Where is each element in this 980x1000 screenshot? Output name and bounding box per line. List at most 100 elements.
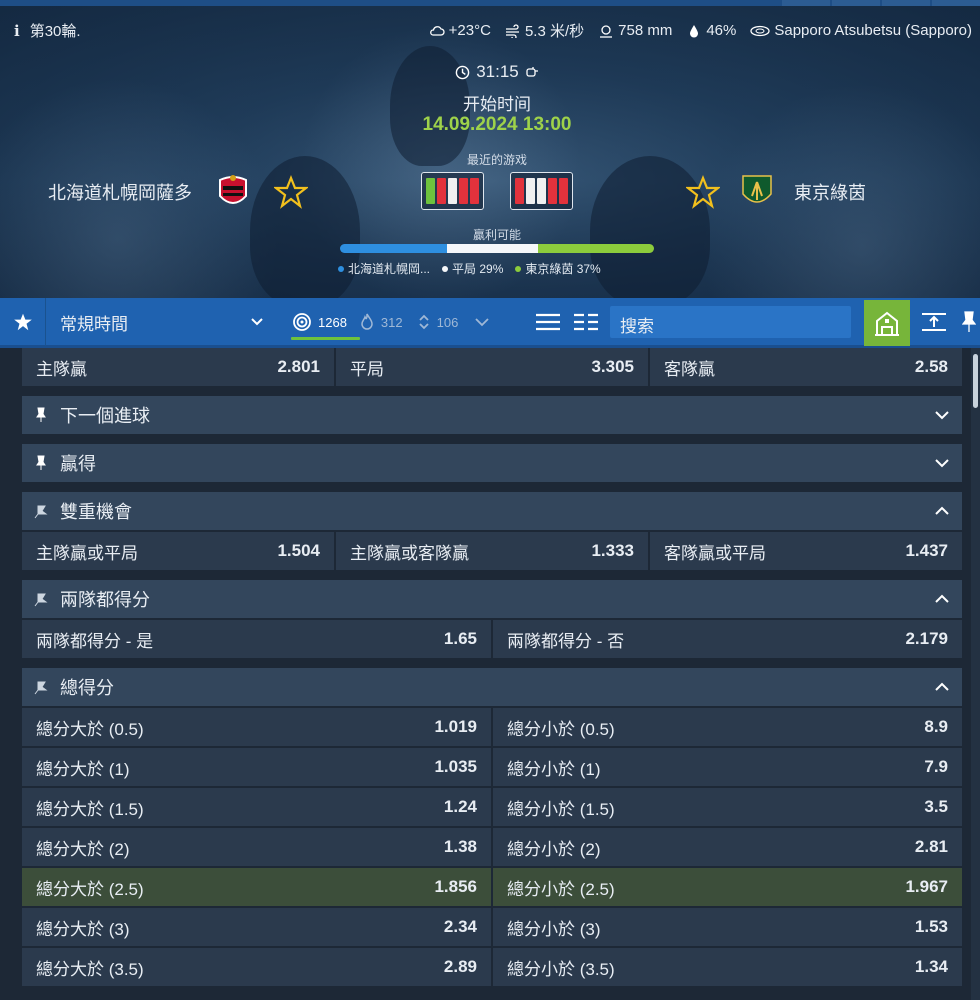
form-result-d <box>448 178 457 204</box>
info-icon[interactable]: i <box>14 22 20 40</box>
pin-icon[interactable] <box>962 310 976 334</box>
draw-probability-segment <box>446 244 538 253</box>
odds-cell[interactable]: 兩隊都得分 - 是 1.65 <box>22 620 491 658</box>
wind: 5.3 米/秒 <box>505 20 584 41</box>
win-probability-label: 贏利可能 <box>472 228 521 242</box>
odds-cell[interactable]: 總分大於 (1) 1.035 <box>22 748 491 786</box>
odds-cell[interactable]: 總分大於 (3) 2.34 <box>22 908 491 946</box>
odds-label: 總分小於 (3) <box>507 919 601 939</box>
odds-value: 8.9 <box>924 717 948 736</box>
odds-label: 兩隊都得分 - 是 <box>36 631 154 651</box>
away-team-name[interactable]: 東京綠茵 <box>794 179 866 205</box>
odds-value: 1.035 <box>434 757 477 776</box>
away-team: 東京綠茵 <box>686 172 866 212</box>
chevron-up-icon[interactable] <box>934 592 950 606</box>
columns-view-icon[interactable] <box>572 312 600 332</box>
odds-label: 主隊贏 <box>36 359 87 379</box>
pin-icon[interactable] <box>34 407 48 423</box>
target-icon[interactable] <box>292 312 312 332</box>
legend-home-label: 北海道札幌岡... <box>348 262 431 276</box>
market-double-chance: 雙重機會 主隊贏或平局 1.504 主隊贏或客隊贏 1.333 客隊贏或平局 1.437 <box>22 492 962 570</box>
market-header[interactable]: 總得分 <box>22 668 962 706</box>
field-view-button[interactable] <box>864 300 910 346</box>
favorite-star-icon[interactable] <box>686 175 720 209</box>
home-team-crest <box>219 175 247 204</box>
market-total: 總得分 總分大於 (0.5) 1.019 總分小於 (0.5) 8.9 總分大於 (1)… <box>22 668 962 986</box>
odds-cell[interactable]: 總分小於 (3) 1.53 <box>493 908 962 946</box>
odds-cell[interactable]: 總分小於 (0.5) 8.9 <box>493 708 962 746</box>
pin-icon[interactable] <box>34 591 48 607</box>
odds-cell[interactable]: 總分小於 (1) 7.9 <box>493 748 962 786</box>
pin-icon[interactable] <box>34 503 48 519</box>
odds-cell[interactable]: 總分大於 (3.5) 2.89 <box>22 948 491 986</box>
total-row: 總分大於 (3.5) 2.89 總分小於 (3.5) 1.34 <box>22 948 962 986</box>
total-row: 總分大於 (1.5) 1.24 總分小於 (1.5) 3.5 <box>22 788 962 826</box>
odds-cell[interactable]: 主隊贏或平局 1.504 <box>22 532 334 570</box>
total-row: 總分大於 (1) 1.035 總分小於 (1) 7.9 <box>22 748 962 786</box>
market-next-goal: 下一個進球 <box>22 396 962 434</box>
chevron-down-icon[interactable] <box>474 315 490 329</box>
chevron-down-icon[interactable] <box>934 408 950 422</box>
favorite-star-icon[interactable] <box>274 175 308 209</box>
scrollbar[interactable] <box>971 348 980 1000</box>
odds-value: 1.437 <box>905 541 948 560</box>
active-tab-indicator <box>291 337 360 340</box>
market-main: 主隊贏 2.801 平局 3.305 客隊贏 2.58 <box>22 348 962 386</box>
chevron-down-icon[interactable] <box>934 456 950 470</box>
odds-cell[interactable]: 平局 3.305 <box>336 348 648 386</box>
form-result-l <box>548 178 557 204</box>
market-title: 雙重機會 <box>60 502 132 522</box>
odds-value: 2.89 <box>443 957 477 976</box>
fire-icon[interactable] <box>359 313 375 331</box>
odds-cell[interactable]: 總分小於 (3.5) 1.34 <box>493 948 962 986</box>
away-form-chart[interactable] <box>510 172 573 210</box>
search-input[interactable]: 搜索 <box>610 306 851 338</box>
market-header[interactable]: 下一個進球 <box>22 396 962 434</box>
odds-cell[interactable]: 總分大於 (0.5) 1.019 <box>22 708 491 746</box>
odds-label: 總分大於 (3) <box>36 919 130 939</box>
market-header[interactable]: 兩隊都得分 <box>22 580 962 618</box>
pin-icon[interactable] <box>34 455 48 471</box>
odds-value: 1.967 <box>905 877 948 896</box>
odds-cell[interactable]: 主隊贏或客隊贏 1.333 <box>336 532 648 570</box>
market-header[interactable]: 雙重機會 <box>22 492 962 530</box>
odds-cell[interactable]: 主隊贏 2.801 <box>22 348 334 386</box>
period-select[interactable]: 常規時間 <box>46 298 276 346</box>
odds-value: 2.801 <box>277 357 320 376</box>
odds-cell[interactable]: 客隊贏或平局 1.437 <box>650 532 962 570</box>
market-header[interactable]: 贏得 <box>22 444 962 482</box>
odds-cell[interactable]: 總分小於 (2) 2.81 <box>493 828 962 866</box>
collapse-all-icon[interactable] <box>920 312 948 332</box>
odds-cell[interactable]: 兩隊都得分 - 否 2.179 <box>493 620 962 658</box>
odds-cell[interactable]: 總分大於 (1.5) 1.24 <box>22 788 491 826</box>
form-result-w <box>426 178 435 204</box>
chevron-up-icon[interactable] <box>934 504 950 518</box>
away-team-crest <box>742 175 772 203</box>
odds-cell[interactable]: 總分大於 (2.5) 1.856 <box>22 868 491 906</box>
list-view-icon[interactable] <box>534 312 562 332</box>
odds-value: 2.58 <box>914 357 948 376</box>
pin-icon[interactable] <box>34 679 48 695</box>
weather-info: +23°C 5.3 米/秒 758 mm 46% Sapporo Atsubet… <box>429 20 972 41</box>
market-title: 下一個進球 <box>60 406 150 426</box>
odds-cell[interactable]: 總分小於 (1.5) 3.5 <box>493 788 962 826</box>
scrollbar-thumb[interactable] <box>973 354 978 408</box>
match-clock: 31:15 <box>340 62 654 82</box>
favorites-button[interactable] <box>0 298 46 346</box>
odds-value: 1.504 <box>277 541 320 560</box>
odds-cell[interactable]: 總分小於 (2.5) 1.967 <box>493 868 962 906</box>
odds-label: 總分小於 (0.5) <box>507 719 615 739</box>
home-form-chart[interactable] <box>421 172 484 210</box>
chevron-up-icon[interactable] <box>934 680 950 694</box>
sort-icon[interactable] <box>417 313 431 331</box>
total-row: 總分大於 (3) 2.34 總分小於 (3) 1.53 <box>22 908 962 946</box>
odds-cell[interactable]: 總分大於 (2) 1.38 <box>22 828 491 866</box>
home-team-name[interactable]: 北海道札幌岡薩多 <box>48 179 192 205</box>
legend-draw: 平局 29% <box>442 260 503 277</box>
away-probability-segment <box>537 244 654 253</box>
pressure: 758 mm <box>598 22 672 39</box>
markets-toolbar: 常規時間 1268 312 106 搜索 <box>0 298 980 348</box>
odds-cell[interactable]: 客隊贏 2.58 <box>650 348 962 386</box>
wind-value: 5.3 米/秒 <box>524 23 585 40</box>
odds-label: 總分小於 (1.5) <box>507 799 615 819</box>
